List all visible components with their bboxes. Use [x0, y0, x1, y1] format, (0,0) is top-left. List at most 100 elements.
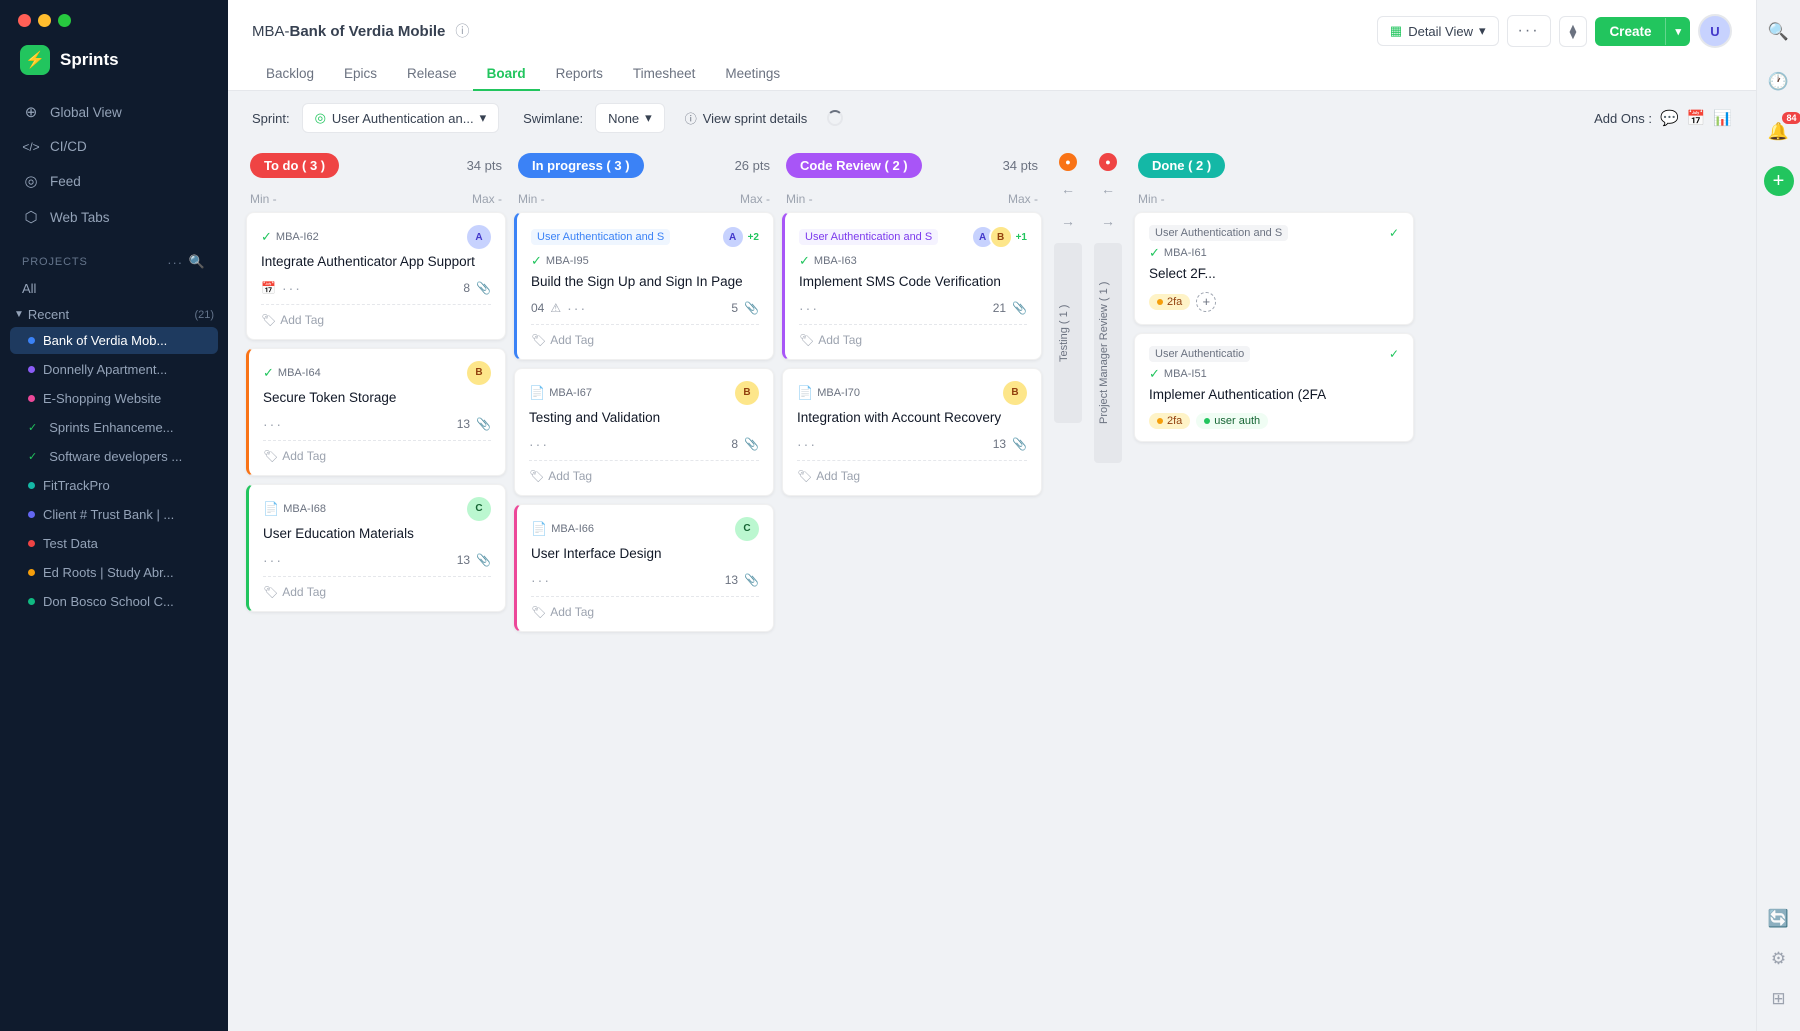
clock-icon[interactable]: 🕐 [1763, 66, 1795, 98]
more-icon[interactable]: ··· [531, 572, 551, 588]
sidebar-item-all[interactable]: All [0, 276, 228, 301]
card-id: 📄 MBA-I67 [529, 385, 592, 401]
more-icon[interactable]: ··· [263, 416, 283, 432]
create-chevron-icon[interactable]: ▾ [1665, 18, 1690, 45]
column-todo-header: To do ( 3 ) 34 pts [246, 145, 506, 186]
issue-row: ✓ MBA-I63 [799, 253, 1027, 269]
swimlane-select[interactable]: None ▾ [595, 103, 665, 133]
sidebar-logo: ⚡ Sprints [0, 27, 228, 89]
create-button[interactable]: Create ▾ [1595, 17, 1690, 46]
tab-board[interactable]: Board [473, 58, 540, 91]
project-name: Don Bosco School C... [43, 594, 206, 609]
clip-icon: 📎 [1012, 437, 1027, 451]
more-icon[interactable]: ··· [797, 436, 817, 452]
addon-icon-1[interactable]: 💬 [1660, 109, 1679, 127]
card-footer: ··· 21 📎 [799, 300, 1027, 316]
pm-right-arrow[interactable]: → [1094, 207, 1122, 235]
addons-icons: 💬 📅 📊 [1660, 109, 1732, 127]
sidebar-project-ed-roots[interactable]: Ed Roots | Study Abr... [10, 559, 218, 586]
card-footer: ··· 13 📎 [531, 572, 759, 588]
nav-tabs: Backlog Epics Release Board Reports Time… [252, 58, 1732, 90]
add-tag-button[interactable]: + [1196, 292, 1216, 312]
card-footer-right: 13 📎 [993, 437, 1027, 451]
more-options-button[interactable]: ··· [1507, 15, 1551, 47]
column-testing: ● ← → Testing ( 1 ) [1050, 145, 1086, 1015]
tab-timesheet[interactable]: Timesheet [619, 58, 710, 91]
doc-icon: 📄 [797, 385, 813, 401]
refresh-icon[interactable]: 🔄 [1763, 903, 1795, 935]
testing-right-arrow[interactable]: → [1054, 207, 1082, 235]
detail-view-button[interactable]: ▦ Detail View ▾ [1377, 16, 1499, 46]
card-footer: 04 ⚠ ··· 5 📎 [531, 300, 759, 316]
sidebar-item-web-tabs[interactable]: ⬡ Web Tabs [10, 200, 218, 234]
add-icon[interactable]: + [1764, 166, 1794, 196]
add-tag-text[interactable]: Add Tag [550, 605, 594, 619]
loading-indicator [827, 110, 843, 126]
tab-backlog[interactable]: Backlog [252, 58, 328, 91]
sidebar-item-cicd[interactable]: </> CI/CD [10, 131, 218, 162]
notification-icon[interactable]: 🔔 [1763, 116, 1795, 148]
pm-review-label: Project Manager Review ( 1 ) [1094, 243, 1122, 463]
sidebar-project-bank-verdia[interactable]: Bank of Verdia Mob... [10, 327, 218, 354]
pm-left-arrow[interactable]: ← [1094, 175, 1122, 203]
sidebar-item-feed[interactable]: ◎ Feed [10, 164, 218, 198]
tab-release[interactable]: Release [393, 58, 471, 91]
add-tag-text[interactable]: Add Tag [816, 469, 860, 483]
sidebar-project-donnelly[interactable]: Donnelly Apartment... [10, 356, 218, 383]
sidebar-project-test-data[interactable]: Test Data [10, 530, 218, 557]
tab-reports[interactable]: Reports [542, 58, 617, 91]
add-tag-text[interactable]: Add Tag [282, 449, 326, 463]
column-codereview-header: Code Review ( 2 ) 34 pts [782, 145, 1042, 186]
sidebar-item-global-view[interactable]: ⊕ Global View [10, 95, 218, 129]
sidebar-recent-header[interactable]: ▼ Recent (21) [0, 301, 228, 326]
sidebar-project-trust-bank[interactable]: Client # Trust Bank | ... [10, 501, 218, 528]
info-icon[interactable]: ⓘ [455, 21, 469, 41]
close-button[interactable] [18, 14, 31, 27]
projects-search-icon[interactable]: 🔍 [189, 254, 206, 270]
more-icon[interactable]: ··· [567, 300, 587, 316]
addon-icon-3[interactable]: 📊 [1713, 109, 1732, 127]
add-tag-row: 🏷 Add Tag [529, 460, 759, 483]
maximize-button[interactable] [58, 14, 71, 27]
sidebar-project-fittrack[interactable]: FitTrackPro [10, 472, 218, 499]
card-avatar: B [1003, 381, 1027, 405]
add-tag-text[interactable]: Add Tag [280, 313, 324, 327]
search-icon-right[interactable]: 🔍 [1763, 16, 1795, 48]
project-dot [28, 569, 35, 576]
add-tag-text[interactable]: Add Tag [282, 585, 326, 599]
more-icon[interactable]: ··· [529, 436, 549, 452]
user-avatar[interactable]: U [1698, 14, 1732, 48]
projects-more-icon[interactable]: ··· [167, 255, 183, 270]
sprint-label: Sprint: [252, 111, 290, 126]
sidebar-project-eshopping[interactable]: E-Shopping Website [10, 385, 218, 412]
sprint-select[interactable]: ◎ User Authentication an... ▾ [302, 103, 500, 133]
add-tag-text[interactable]: Add Tag [818, 333, 862, 347]
card-footer-right: 13 📎 [725, 573, 759, 587]
project-name: Client # Trust Bank | ... [43, 507, 206, 522]
clip-icon: 📎 [1012, 301, 1027, 315]
todo-badge: To do ( 3 ) [250, 153, 339, 178]
minimize-button[interactable] [38, 14, 51, 27]
testing-left-arrow[interactable]: ← [1054, 175, 1082, 203]
sidebar-project-sprints[interactable]: ✓ Sprints Enhanceme... [10, 414, 218, 441]
points: 21 [993, 301, 1006, 315]
add-tag-text[interactable]: Add Tag [550, 333, 594, 347]
view-sprint-details[interactable]: ⓘ View sprint details [685, 110, 808, 127]
add-tag-text[interactable]: Add Tag [548, 469, 592, 483]
sidebar-project-software-devs[interactable]: ✓ Software developers ... [10, 443, 218, 470]
grid-icon[interactable]: ⊞ [1763, 983, 1795, 1015]
more-icon[interactable]: ··· [263, 552, 283, 568]
card-70: 📄 MBA-I70 B Integration with Account Rec… [782, 368, 1042, 496]
more-icon[interactable]: ··· [799, 300, 819, 316]
sidebar-project-don-bosco[interactable]: Don Bosco School C... [10, 588, 218, 615]
settings-icon[interactable]: ⚙ [1763, 943, 1795, 975]
addon-icon-2[interactable]: 📅 [1687, 109, 1706, 127]
filter-button[interactable]: ⧫ [1559, 16, 1588, 47]
projects-actions: ··· 🔍 [167, 254, 206, 270]
tab-epics[interactable]: Epics [330, 58, 391, 91]
tag-icon: 🏷 [797, 469, 812, 483]
tab-meetings[interactable]: Meetings [711, 58, 794, 91]
card-title: Integration with Account Recovery [797, 409, 1027, 428]
more-icon[interactable]: ··· [282, 280, 302, 296]
card-footer: 📅 ··· 8 📎 [261, 280, 491, 296]
